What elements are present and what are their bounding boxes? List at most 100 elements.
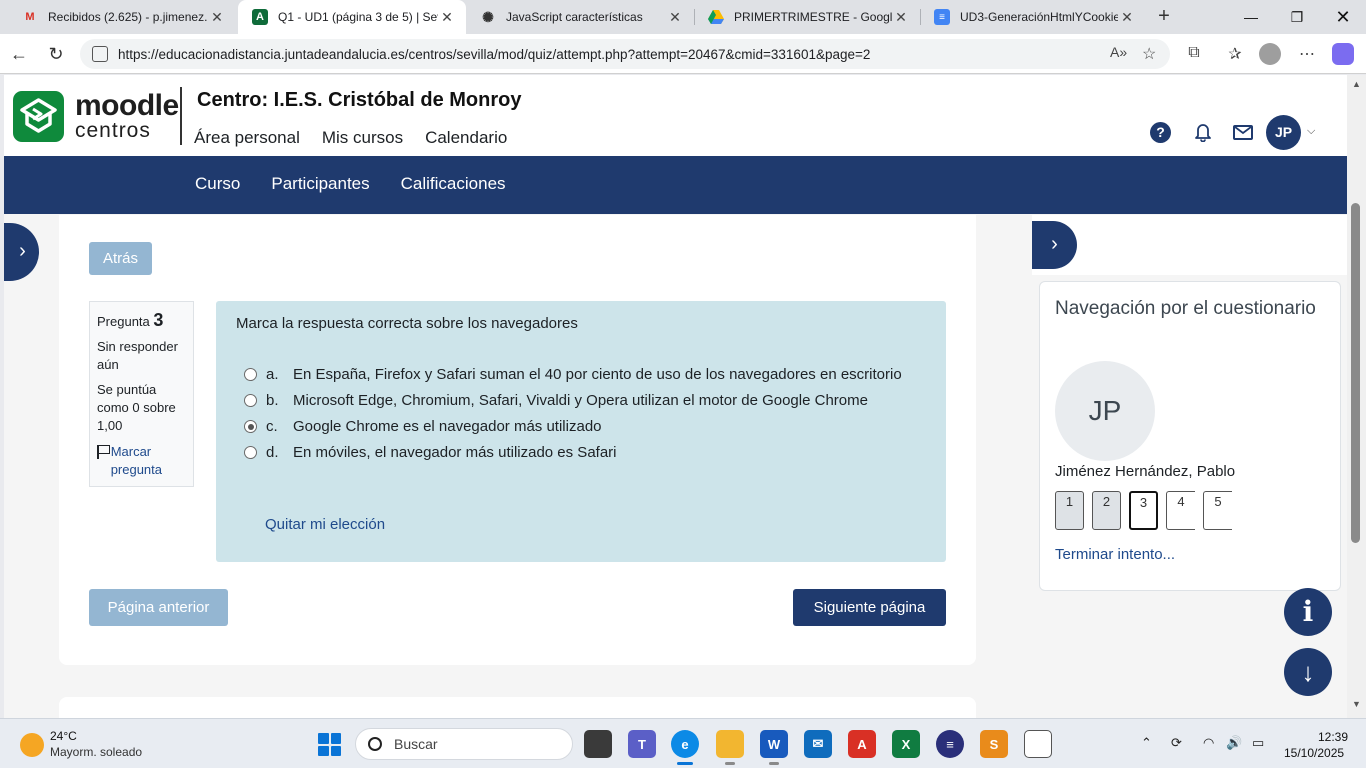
- moodle-page: moodle centros Centro: I.E.S. Cristóbal …: [4, 75, 1347, 718]
- option-letter: a.: [266, 366, 279, 383]
- question-status: Sin responder aún: [97, 339, 178, 372]
- question-navigation-buttons: 1 2 3 4 5: [1055, 491, 1232, 530]
- quiz-nav-question-1[interactable]: 1: [1055, 491, 1084, 530]
- site-info-icon[interactable]: [92, 46, 108, 62]
- next-page-button[interactable]: Siguiente página: [793, 589, 946, 626]
- arrow-down-icon[interactable]: ↓: [1284, 648, 1332, 696]
- tab-label: PRIMERTRIMESTRE - Google Dr: [734, 10, 892, 24]
- quiz-nav-question-2[interactable]: 2: [1092, 491, 1121, 530]
- reload-icon[interactable]: ↻: [43, 42, 69, 66]
- battery-icon[interactable]: ▭: [1252, 735, 1264, 751]
- edge-icon[interactable]: e: [671, 730, 699, 765]
- open-course-index-button[interactable]: ›: [4, 223, 39, 281]
- teams-icon[interactable]: T: [628, 730, 656, 758]
- logo-subtext: centros: [75, 119, 151, 142]
- answer-option-a[interactable]: a. En España, Firefox y Safari suman el …: [244, 363, 934, 386]
- mail-icon[interactable]: [1233, 125, 1253, 140]
- back-button[interactable]: Atrás: [89, 242, 152, 275]
- option-text: Google Chrome es el navegador más utiliz…: [293, 418, 602, 435]
- divider: [180, 87, 182, 145]
- weather-sun-icon[interactable]: [20, 733, 44, 757]
- wifi-icon[interactable]: ◠: [1203, 735, 1214, 751]
- quiz-nav-question-4[interactable]: 4: [1166, 491, 1195, 530]
- page-scrollbar[interactable]: ▲ ▼: [1347, 75, 1366, 718]
- flag-question-link[interactable]: Marcar pregunta: [97, 443, 186, 479]
- close-icon[interactable]: ✕: [208, 9, 226, 26]
- tab-google-docs[interactable]: ≡ UD3-GeneraciónHtmlYCookies ✕: [920, 0, 1146, 34]
- course-nav-calificaciones[interactable]: Calificaciones: [401, 174, 506, 194]
- previous-page-button[interactable]: Página anterior: [89, 589, 228, 626]
- close-drawer-button[interactable]: ›: [1032, 221, 1077, 269]
- browser-tab-strip: M Recibidos (2.625) - p.jimenez.he ✕ A Q…: [0, 0, 1366, 34]
- excel-icon[interactable]: X: [892, 730, 920, 758]
- url-text: https://educacionadistancia.juntadeandal…: [118, 46, 871, 62]
- option-text: Microsoft Edge, Chromium, Safari, Vivald…: [293, 392, 868, 409]
- user-avatar[interactable]: JP: [1266, 115, 1301, 150]
- answer-option-c[interactable]: c. Google Chrome es el navegador más uti…: [244, 415, 934, 438]
- notepad-icon[interactable]: [1024, 730, 1052, 758]
- finish-attempt-link[interactable]: Terminar intento...: [1055, 546, 1175, 563]
- course-nav-participantes[interactable]: Participantes: [271, 174, 369, 194]
- tab-moodle-quiz[interactable]: A Q1 - UD1 (página 3 de 5) | Sevil ✕: [238, 0, 466, 34]
- restore-icon[interactable]: ❐: [1274, 0, 1320, 34]
- volume-icon[interactable]: 🔊: [1226, 735, 1242, 751]
- tab-gmail[interactable]: M Recibidos (2.625) - p.jimenez.he ✕: [8, 0, 236, 34]
- quiz-nav-question-3[interactable]: 3: [1129, 491, 1158, 530]
- word-icon[interactable]: W: [760, 730, 788, 765]
- tab-label: Recibidos (2.625) - p.jimenez.he: [48, 10, 208, 24]
- course-nav-curso[interactable]: Curso: [195, 174, 240, 194]
- radio-d[interactable]: [244, 446, 257, 459]
- close-icon[interactable]: ✕: [438, 9, 456, 26]
- scrollbar-thumb[interactable]: [1351, 203, 1360, 543]
- taskbar-search[interactable]: Buscar: [355, 728, 573, 760]
- close-icon[interactable]: ✕: [666, 9, 684, 26]
- scroll-down-icon[interactable]: ▼: [1352, 699, 1361, 709]
- bell-icon[interactable]: [1193, 122, 1213, 143]
- chevron-down-icon[interactable]: ⌵: [1307, 125, 1315, 138]
- tab-label: UD3-GeneraciónHtmlYCookies: [960, 10, 1118, 24]
- eclipse-icon[interactable]: ≡: [936, 730, 964, 758]
- nav-area-personal[interactable]: Área personal: [194, 128, 300, 148]
- info-icon[interactable]: i: [1284, 588, 1332, 636]
- file-explorer-icon[interactable]: [716, 730, 744, 765]
- clock-time[interactable]: 12:39: [1318, 730, 1348, 744]
- copilot-icon[interactable]: [1332, 43, 1354, 65]
- moodle-logo-icon[interactable]: [13, 91, 64, 142]
- mail-app-icon[interactable]: ✉: [804, 730, 832, 758]
- quiz-nav-question-5[interactable]: 5: [1203, 491, 1232, 530]
- answer-option-b[interactable]: b. Microsoft Edge, Chromium, Safari, Viv…: [244, 389, 934, 412]
- primary-navigation: Área personal Mis cursos Calendario: [194, 128, 507, 148]
- radio-b[interactable]: [244, 394, 257, 407]
- scroll-up-icon[interactable]: ▲: [1352, 79, 1361, 89]
- sync-icon[interactable]: ⟳: [1171, 735, 1182, 751]
- back-arrow-icon[interactable]: ←: [6, 42, 32, 66]
- nav-calendario[interactable]: Calendario: [425, 128, 507, 148]
- radio-c[interactable]: [244, 420, 257, 433]
- pdf-reader-icon[interactable]: A: [848, 730, 876, 758]
- read-aloud-icon[interactable]: A»: [1110, 44, 1127, 60]
- tab-chatgpt[interactable]: ✺ JavaScript características ✕: [466, 0, 694, 34]
- answer-option-d[interactable]: d. En móviles, el navegador más utilizad…: [244, 441, 934, 464]
- radio-a[interactable]: [244, 368, 257, 381]
- sublime-text-icon[interactable]: S: [980, 730, 1008, 758]
- new-tab-icon[interactable]: +: [1153, 5, 1175, 27]
- chevron-up-icon[interactable]: ⌃: [1141, 735, 1152, 751]
- extensions-icon[interactable]: ⧉: [1183, 44, 1205, 66]
- help-icon[interactable]: ?: [1150, 122, 1171, 143]
- minimize-icon[interactable]: —: [1228, 0, 1274, 34]
- google-docs-icon: ≡: [934, 9, 950, 25]
- favorite-star-icon[interactable]: ☆: [1142, 44, 1156, 64]
- favorites-icon[interactable]: ✰: [1224, 44, 1246, 66]
- url-field[interactable]: https://educacionadistancia.juntadeandal…: [80, 39, 1170, 69]
- window-close-icon[interactable]: ✕: [1320, 0, 1366, 34]
- close-icon[interactable]: ✕: [1118, 9, 1136, 26]
- start-windows-icon[interactable]: [318, 733, 341, 756]
- more-menu-icon[interactable]: ⋯: [1296, 44, 1318, 66]
- task-view-icon[interactable]: [584, 730, 612, 758]
- close-icon[interactable]: ✕: [892, 9, 910, 26]
- clear-choice-link[interactable]: Quitar mi elección: [265, 516, 385, 533]
- tab-google-drive[interactable]: PRIMERTRIMESTRE - Google Dr ✕: [694, 0, 920, 34]
- nav-mis-cursos[interactable]: Mis cursos: [322, 128, 403, 148]
- profile-icon[interactable]: [1259, 43, 1281, 65]
- clock-date[interactable]: 15/10/2025: [1284, 746, 1344, 760]
